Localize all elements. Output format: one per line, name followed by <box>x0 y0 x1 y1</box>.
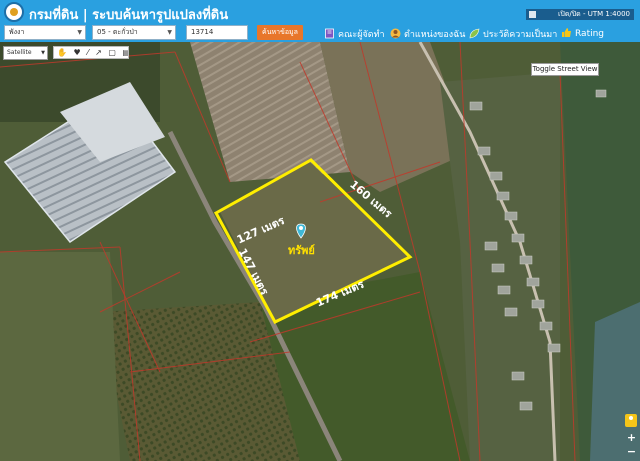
thumbs-up-icon <box>562 28 571 37</box>
parcel-marker-label: ทรัพย์ <box>288 244 315 257</box>
menu-rating-label: Rating <box>575 29 605 39</box>
search-button[interactable]: ค้นหาข้อมูล <box>257 25 303 40</box>
menu-my-location-label: ตำแหน่งของฉัน <box>404 30 466 40</box>
parcel-number-value: 13714 <box>191 28 214 36</box>
map-layer-value: Satellite <box>7 49 32 56</box>
chevron-down-icon: ▼ <box>167 29 172 36</box>
satellite-map[interactable]: ทรัพย์ 127 เมตร 160 เมตร 174 เมตร 147 เม… <box>0 42 640 461</box>
pegman-icon[interactable] <box>625 414 637 427</box>
chevron-down-icon: ▼ <box>77 29 82 36</box>
map-imagery: ทรัพย์ 127 เมตร 160 เมตร 174 เมตร 147 เม… <box>0 42 640 461</box>
drawing-toolbar[interactable]: ✋ ♥ ⁄ ↗ ▢ ▤ ⬡ <box>53 46 129 59</box>
app-header: กรมที่ดิน | ระบบค้นหารูปแปลงที่ดิน เปิด/… <box>0 0 640 24</box>
utm-checkbox-icon[interactable] <box>529 11 536 18</box>
zoom-in-button[interactable]: + <box>626 432 637 443</box>
menu-history-label: ประวัติความเป็นมา <box>483 30 558 40</box>
toggle-street-view-button[interactable]: Toggle Street View <box>531 63 599 76</box>
department-logo <box>4 2 24 22</box>
utm-label: เปิด/ปิด - UTM 1:4000 <box>558 10 630 18</box>
drawing-tool-icons[interactable]: ✋ ♥ ⁄ ↗ ▢ ▤ ⬡ <box>57 48 128 57</box>
map-layer-select[interactable]: Satellite ▼ <box>3 46 48 60</box>
district-select[interactable]: 05 - ตะกั่วป่า ▼ <box>92 25 176 40</box>
search-toolbar: พังงา ▼ 05 - ตะกั่วป่า ▼ 13714 ค้นหาข้อม… <box>0 24 640 42</box>
zoom-out-button[interactable]: − <box>626 446 637 457</box>
book-icon <box>325 28 334 39</box>
parcel-number-input[interactable]: 13714 <box>186 25 248 40</box>
chevron-down-icon: ▼ <box>41 50 45 56</box>
menu-team-label: คณะผู้จัดทำ <box>338 30 385 40</box>
person-icon <box>390 28 401 39</box>
province-select[interactable]: พังงา ▼ <box>4 25 86 40</box>
menu-my-location[interactable]: ตำแหน่งของฉัน <box>390 27 465 41</box>
utm-toggle[interactable]: เปิด/ปิด - UTM 1:4000 <box>526 9 634 20</box>
menu-history[interactable]: ประวัติความเป็นมา <box>469 27 557 41</box>
province-value: พังงา <box>9 28 25 36</box>
leaf-icon <box>469 28 480 39</box>
district-value: 05 - ตะกั่วป่า <box>97 28 138 36</box>
app-title: กรมที่ดิน | ระบบค้นหารูปแปลงที่ดิน <box>29 8 229 23</box>
menu-rating[interactable]: Rating <box>561 27 604 39</box>
menu-team[interactable]: คณะผู้จัดทำ <box>324 27 385 41</box>
